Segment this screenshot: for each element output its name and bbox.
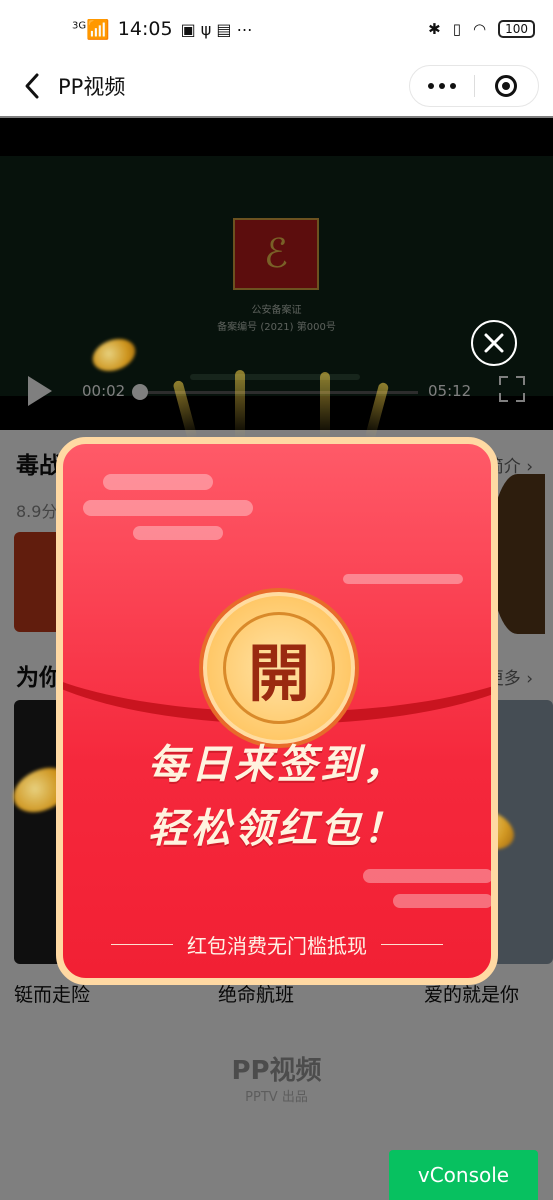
slogan-line-1: 每日来签到，	[148, 742, 406, 788]
packet-footer-text: 红包消费无门槛抵现	[187, 934, 367, 958]
page-title: PP视频	[58, 75, 126, 99]
wifi-icon: ◠	[473, 20, 487, 38]
close-icon	[484, 333, 504, 353]
more-dots-icon	[427, 83, 456, 89]
cloud-decoration	[393, 894, 491, 908]
status-bar: 3G📶 14:05 ▣ ψ ▤ ⋯ ✱ ▯ ◠ 100	[0, 0, 553, 58]
target-icon	[495, 75, 518, 97]
open-button[interactable]: 開	[203, 592, 355, 744]
open-medal-inner: 開	[223, 612, 335, 724]
cloud-decoration	[83, 500, 253, 516]
close-button[interactable]	[471, 320, 517, 366]
cloud-decoration	[363, 869, 491, 883]
divider-right	[381, 943, 443, 946]
notification-icon: ▣ ψ ▤ ⋯	[180, 19, 253, 39]
light-ray	[235, 370, 245, 440]
bluetooth-icon: ✱	[428, 20, 441, 38]
packet-footer: 红包消费无门槛抵现	[63, 930, 491, 959]
close-miniprogram-button[interactable]	[475, 66, 539, 106]
light-ray	[320, 372, 330, 440]
open-label: 開	[247, 637, 310, 710]
slogan-line-2: 轻松领红包！	[148, 806, 406, 852]
status-right: ✱ ▯ ◠ 100	[428, 20, 535, 38]
back-button[interactable]	[6, 58, 58, 114]
cloud-decoration	[103, 474, 213, 490]
status-time: 14:05	[117, 18, 173, 40]
vconsole-button[interactable]: vConsole	[389, 1150, 538, 1200]
vibrate-icon: ▯	[452, 20, 461, 38]
more-button[interactable]	[410, 66, 474, 106]
status-left: 3G📶 14:05 ▣ ψ ▤ ⋯	[72, 18, 253, 41]
red-packet-modal[interactable]: 開 每日来签到， 轻松领红包！ 红包消费无门槛抵现	[56, 437, 498, 985]
network-label: 3G📶	[72, 18, 110, 41]
battery-icon: 100	[498, 20, 535, 38]
miniprogram-capsule	[409, 65, 539, 107]
chevron-left-icon	[25, 73, 39, 99]
cloud-decoration	[133, 526, 223, 540]
nav-bar: PP视频	[0, 58, 553, 114]
divider-left	[111, 943, 173, 946]
